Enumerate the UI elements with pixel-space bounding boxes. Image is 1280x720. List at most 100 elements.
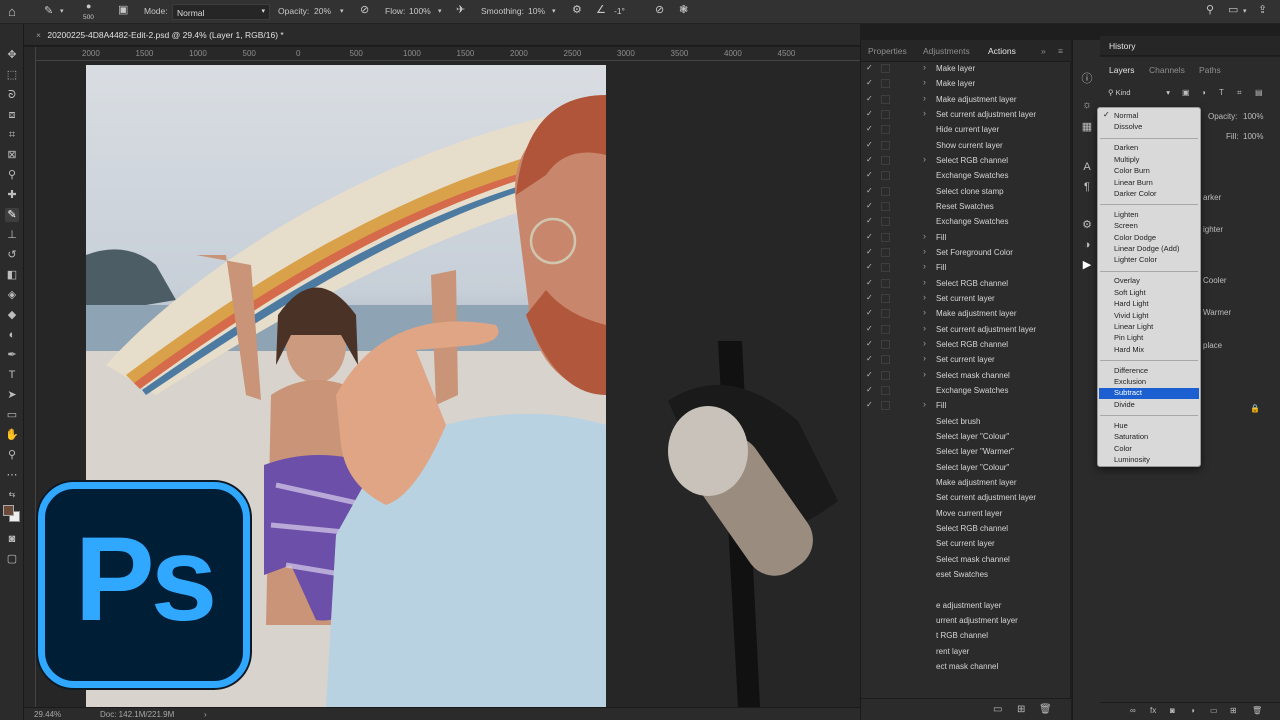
action-item[interactable]: ✓ › Make layer <box>861 61 1061 76</box>
action-item[interactable]: ✓ Exchange Swatches <box>861 168 1061 183</box>
chevron-right-icon[interactable]: › <box>923 77 926 87</box>
foreground-color-swatch[interactable] <box>3 505 14 516</box>
more-tools-icon[interactable]: ⋯ <box>5 468 19 482</box>
dialog-toggle[interactable] <box>881 278 890 288</box>
dialog-toggle[interactable] <box>881 401 890 411</box>
layer-name[interactable]: Warmer <box>1203 308 1231 317</box>
action-item[interactable]: ✓ Exchange Swatches <box>861 383 1061 398</box>
action-item[interactable] <box>861 582 1061 597</box>
action-item[interactable]: urrent adjustment layer <box>861 613 1061 628</box>
blend-mode-option[interactable]: Color Dodge <box>1114 233 1156 242</box>
delete-icon[interactable]: 🗑 <box>1252 706 1262 715</box>
filter-pixel-icon[interactable]: ▣ <box>1182 88 1190 97</box>
chevron-right-icon[interactable]: › <box>923 292 926 302</box>
blend-mode-option[interactable]: Lighter Color <box>1114 255 1157 264</box>
swap-colors-icon[interactable]: ⇆ <box>5 488 19 502</box>
screen-mode-icon[interactable]: ▢ <box>5 552 19 566</box>
action-item[interactable]: ✓ › Set current layer <box>861 291 1061 306</box>
quick-mask-icon[interactable]: ◙ <box>5 532 19 546</box>
action-item[interactable]: Select layer "Colour" <box>861 429 1061 444</box>
dialog-toggle[interactable] <box>881 140 890 150</box>
tab-paths[interactable]: Paths <box>1199 65 1221 75</box>
checkmark-icon[interactable]: ✓ <box>866 308 873 317</box>
blend-mode-option[interactable]: Color Burn <box>1114 166 1150 175</box>
action-item[interactable]: ✓ Select clone stamp <box>861 184 1061 199</box>
opacity-value[interactable]: 20% <box>314 6 331 16</box>
new-action-icon[interactable]: ⊞ <box>1017 704 1025 715</box>
smoothing-value[interactable]: 10% <box>528 6 545 16</box>
blend-mode-option[interactable]: Darker Color <box>1114 189 1157 198</box>
layer-name[interactable]: Cooler <box>1203 276 1227 285</box>
chevron-right-icon[interactable]: › <box>923 338 926 348</box>
dialog-toggle[interactable] <box>881 125 890 135</box>
dialog-toggle[interactable] <box>881 186 890 196</box>
action-item[interactable]: ✓ › Set current layer <box>861 352 1061 367</box>
pressure-size-icon[interactable]: ⊘ <box>655 5 664 16</box>
action-item[interactable]: ect mask channel <box>861 659 1061 674</box>
action-item[interactable]: ✓ › Select RGB channel <box>861 337 1061 352</box>
dialog-toggle[interactable] <box>881 171 890 181</box>
action-item[interactable]: ✓ › Make adjustment layer <box>861 306 1061 321</box>
chevron-down-icon[interactable]: ▾ <box>438 8 442 15</box>
blend-mode-option[interactable]: Linear Burn <box>1114 178 1153 187</box>
frame-tool-icon[interactable]: ⊠ <box>5 148 19 162</box>
checkmark-icon[interactable]: ✓ <box>866 170 873 179</box>
pressure-opacity-icon[interactable]: ⊘ <box>360 5 369 16</box>
clone-stamp-icon[interactable]: ⊥ <box>5 228 19 242</box>
blend-mode-option[interactable]: Screen <box>1114 221 1138 230</box>
action-item[interactable]: Make adjustment layer <box>861 475 1061 490</box>
action-item[interactable]: ✓ › Select RGB channel <box>861 276 1061 291</box>
brush-settings-icon[interactable]: ▣ <box>118 5 128 16</box>
checkmark-icon[interactable]: ✓ <box>866 155 873 164</box>
chevron-right-icon[interactable]: › <box>923 323 926 333</box>
eyedropper-tool-icon[interactable]: ⚲ <box>5 168 19 182</box>
chevron-down-icon[interactable]: ▾ <box>1243 8 1247 15</box>
adjustments-circle-icon[interactable]: ◑ <box>1080 238 1094 252</box>
checkmark-icon[interactable]: ✓ <box>866 78 873 87</box>
brush-preset-icon[interactable]: ● <box>86 2 91 11</box>
layer-name[interactable]: arker <box>1203 193 1221 202</box>
filter-smart-icon[interactable]: ▤ <box>1255 88 1263 97</box>
new-set-icon[interactable]: ▭ <box>993 704 1002 715</box>
adjustments-icon[interactable]: ☼ <box>1080 98 1094 112</box>
action-item[interactable]: ✓ › Fill <box>861 230 1061 245</box>
checkmark-icon[interactable]: ✓ <box>866 63 873 72</box>
blend-mode-option[interactable]: Hard Light <box>1114 299 1149 308</box>
chevron-right-icon[interactable]: › <box>923 231 926 241</box>
action-item[interactable]: Select mask channel <box>861 552 1061 567</box>
blend-mode-option[interactable]: Darken <box>1114 143 1138 152</box>
checkmark-icon[interactable]: ✓ <box>866 400 873 409</box>
eraser-tool-icon[interactable]: ◧ <box>5 268 19 282</box>
action-item[interactable]: Select layer "Colour" <box>861 460 1061 475</box>
panel-menu-icon[interactable]: ≡ <box>1058 46 1063 56</box>
chevron-right-icon[interactable]: › <box>923 154 926 164</box>
checkmark-icon[interactable]: ✓ <box>866 140 873 149</box>
blend-mode-option[interactable]: Hue <box>1114 421 1128 430</box>
layer-name[interactable]: place <box>1203 341 1222 350</box>
chevron-right-icon[interactable]: › <box>923 307 926 317</box>
mode-select[interactable]: Normal ▾ <box>172 4 270 20</box>
blend-mode-option[interactable]: Normal <box>1114 111 1138 120</box>
collapse-icon[interactable]: » <box>1041 46 1046 56</box>
dialog-toggle[interactable] <box>881 217 890 227</box>
action-item[interactable]: ✓ › Make adjustment layer <box>861 92 1061 107</box>
zoom-tool-icon[interactable]: ⚲ <box>5 448 19 462</box>
shape-tool-icon[interactable]: ▭ <box>5 408 19 422</box>
action-item[interactable]: ✓ › Fill <box>861 398 1061 413</box>
blend-mode-option[interactable]: Difference <box>1114 366 1148 375</box>
action-item[interactable]: ✓ Show current layer <box>861 138 1061 153</box>
smoothing-gear-icon[interactable]: ⚙ <box>572 5 582 16</box>
fill-value[interactable]: 100% <box>1243 132 1263 141</box>
action-item[interactable]: Set current layer <box>861 536 1061 551</box>
dialog-toggle[interactable] <box>881 309 890 319</box>
action-item[interactable]: ✓ › Fill <box>861 260 1061 275</box>
action-item[interactable]: t RGB channel <box>861 628 1061 643</box>
blend-mode-option[interactable]: Subtract <box>1099 388 1199 400</box>
action-item[interactable]: Select RGB channel <box>861 521 1061 536</box>
action-item[interactable]: ✓ › Set current adjustment layer <box>861 322 1061 337</box>
paint-bucket-icon[interactable]: ◈ <box>5 288 19 302</box>
filter-shape-icon[interactable]: ⌗ <box>1237 88 1242 98</box>
action-item[interactable]: ✓ › Set Foreground Color <box>861 245 1061 260</box>
action-item[interactable]: eset Swatches <box>861 567 1061 582</box>
chevron-right-icon[interactable]: › <box>204 710 207 719</box>
